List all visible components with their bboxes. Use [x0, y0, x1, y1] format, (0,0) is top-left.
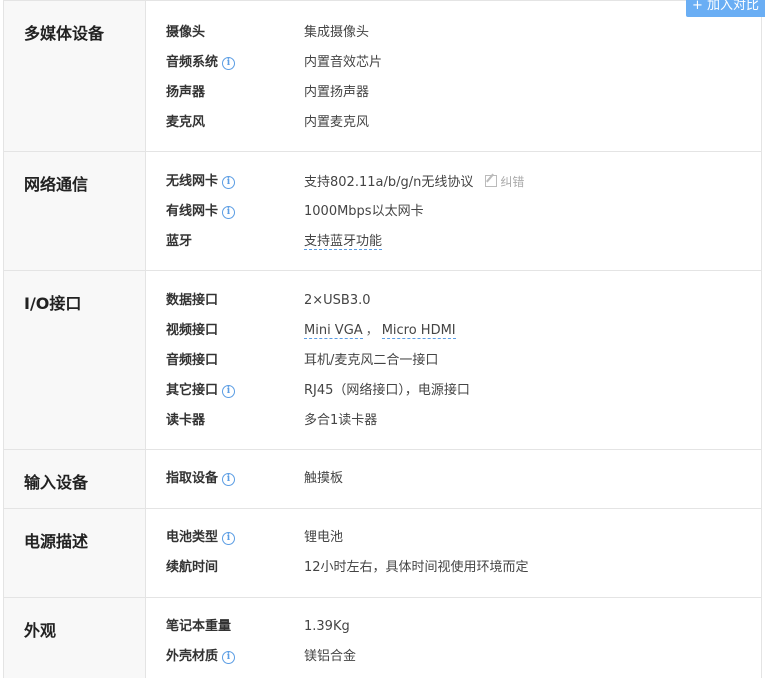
spec-label: 笔记本重量	[166, 619, 232, 634]
spec-row-speaker: 扬声器 内置扬声器	[146, 78, 761, 108]
spec-value: 1000Mbps以太网卡	[304, 204, 424, 219]
spec-row-audio-port: 音频接口 耳机/麦克风二合一接口	[146, 346, 761, 376]
spec-label: 视频接口	[166, 323, 219, 338]
spec-row-card-reader: 读卡器 多合1读卡器	[146, 406, 761, 436]
spec-value: 耳机/麦克风二合一接口	[304, 353, 439, 368]
spec-row-video-port: 视频接口 Mini VGA， Micro HDMI	[146, 316, 761, 346]
spec-label: 无线网卡	[166, 174, 219, 189]
spec-row-other-port: 其它接口 i RJ45（网络接口），电源接口	[146, 376, 761, 406]
spec-row-shell-material: 外壳材质 i 镁铝合金	[146, 642, 761, 672]
section-power: 电源描述 电池类型 i 锂电池 续航时间 12小时左右，具体时间视使用环境而定	[3, 509, 762, 598]
spec-label: 数据接口	[166, 293, 219, 308]
spec-value: 内置麦克风	[304, 115, 370, 130]
spec-label: 扬声器	[166, 85, 206, 100]
spec-value: RJ45（网络接口），电源接口	[304, 383, 470, 398]
spec-label: 电池类型	[166, 530, 219, 545]
add-to-compare-button[interactable]: + 加入对比	[686, 0, 765, 17]
spec-value: 锂电池	[304, 530, 344, 545]
spec-row-weight: 笔记本重量 1.39Kg	[146, 612, 761, 642]
section-network: 网络通信 无线网卡 i 支持802.11a/b/g/n无线协议 纠错 有线网卡 i 1…	[3, 152, 762, 271]
spec-value: 集成摄像头	[304, 25, 370, 40]
section-appearance: 外观 笔记本重量 1.39Kg 外壳材质 i 镁铝合金	[3, 598, 762, 678]
spec-label: 其它接口	[166, 383, 219, 398]
spec-label: 蓝牙	[166, 234, 193, 249]
separator: ，	[365, 323, 379, 338]
spec-label: 音频接口	[166, 353, 219, 368]
spec-value: 2×USB3.0	[304, 293, 371, 308]
correct-label: 纠错	[500, 175, 525, 189]
spec-label: 麦克风	[166, 115, 206, 130]
section-title: 多媒体设备	[4, 1, 146, 151]
spec-row-battery-life: 续航时间 12小时左右，具体时间视使用环境而定	[146, 553, 761, 583]
section-title: 外观	[4, 598, 146, 678]
spec-row-camera: 摄像头 集成摄像头	[146, 18, 761, 48]
info-icon[interactable]: i	[222, 176, 236, 189]
spec-value: 1.39Kg	[304, 619, 350, 634]
spec-label: 外壳材质	[166, 649, 219, 664]
spec-label: 续航时间	[166, 560, 219, 575]
spec-table: 多媒体设备 摄像头 集成摄像头 音频系统 i 内置音效芯片 扬声器 内置扬声器 麦…	[3, 0, 762, 678]
spec-value: 内置音效芯片	[304, 55, 383, 70]
spec-label: 有线网卡	[166, 204, 219, 219]
spec-label: 音频系统	[166, 55, 219, 70]
section-io: I/O接口 数据接口 2×USB3.0 视频接口 Mini VGA， Micro …	[3, 271, 762, 450]
info-icon[interactable]: i	[222, 532, 236, 545]
info-icon[interactable]: i	[222, 473, 236, 486]
info-icon[interactable]: i	[222, 385, 236, 398]
spec-label: 指取设备	[166, 471, 219, 486]
info-icon[interactable]: i	[222, 651, 236, 664]
micro-hdmi-link[interactable]: Micro HDMI	[381, 323, 456, 339]
spec-label: 读卡器	[166, 413, 206, 428]
info-icon[interactable]: i	[222, 57, 236, 70]
spec-row-microphone: 麦克风 内置麦克风	[146, 108, 761, 138]
spec-row-pointing-device: 指取设备 i 触摸板	[146, 464, 761, 494]
spec-row-audio: 音频系统 i 内置音效芯片	[146, 48, 761, 78]
spec-value: 触摸板	[304, 471, 344, 486]
section-title: 电源描述	[4, 509, 146, 597]
section-title: 网络通信	[4, 152, 146, 270]
info-icon[interactable]: i	[222, 206, 236, 219]
spec-row-data-port: 数据接口 2×USB3.0	[146, 286, 761, 316]
section-title: 输入设备	[4, 450, 146, 508]
section-title: I/O接口	[4, 271, 146, 449]
spec-value: 12小时左右，具体时间视使用环境而定	[304, 560, 529, 575]
spec-value: 支持802.11a/b/g/n无线协议	[304, 175, 474, 190]
spec-row-bluetooth: 蓝牙 支持蓝牙功能	[146, 227, 761, 257]
bluetooth-link[interactable]: 支持蓝牙功能	[304, 234, 383, 250]
section-input: 输入设备 指取设备 i 触摸板	[3, 450, 762, 509]
spec-value: 多合1读卡器	[304, 413, 378, 428]
mini-vga-link[interactable]: Mini VGA	[304, 323, 363, 339]
section-multimedia: 多媒体设备 摄像头 集成摄像头 音频系统 i 内置音效芯片 扬声器 内置扬声器 麦…	[3, 0, 762, 152]
correct-error-link[interactable]: 纠错	[485, 175, 524, 189]
spec-value: 内置扬声器	[304, 85, 370, 100]
spec-row-battery-type: 电池类型 i 锂电池	[146, 523, 761, 553]
spec-label: 摄像头	[166, 25, 206, 40]
spec-value: 镁铝合金	[304, 649, 357, 664]
edit-icon	[485, 175, 498, 187]
spec-row-ethernet: 有线网卡 i 1000Mbps以太网卡	[146, 197, 761, 227]
spec-row-wireless: 无线网卡 i 支持802.11a/b/g/n无线协议 纠错	[146, 167, 761, 197]
